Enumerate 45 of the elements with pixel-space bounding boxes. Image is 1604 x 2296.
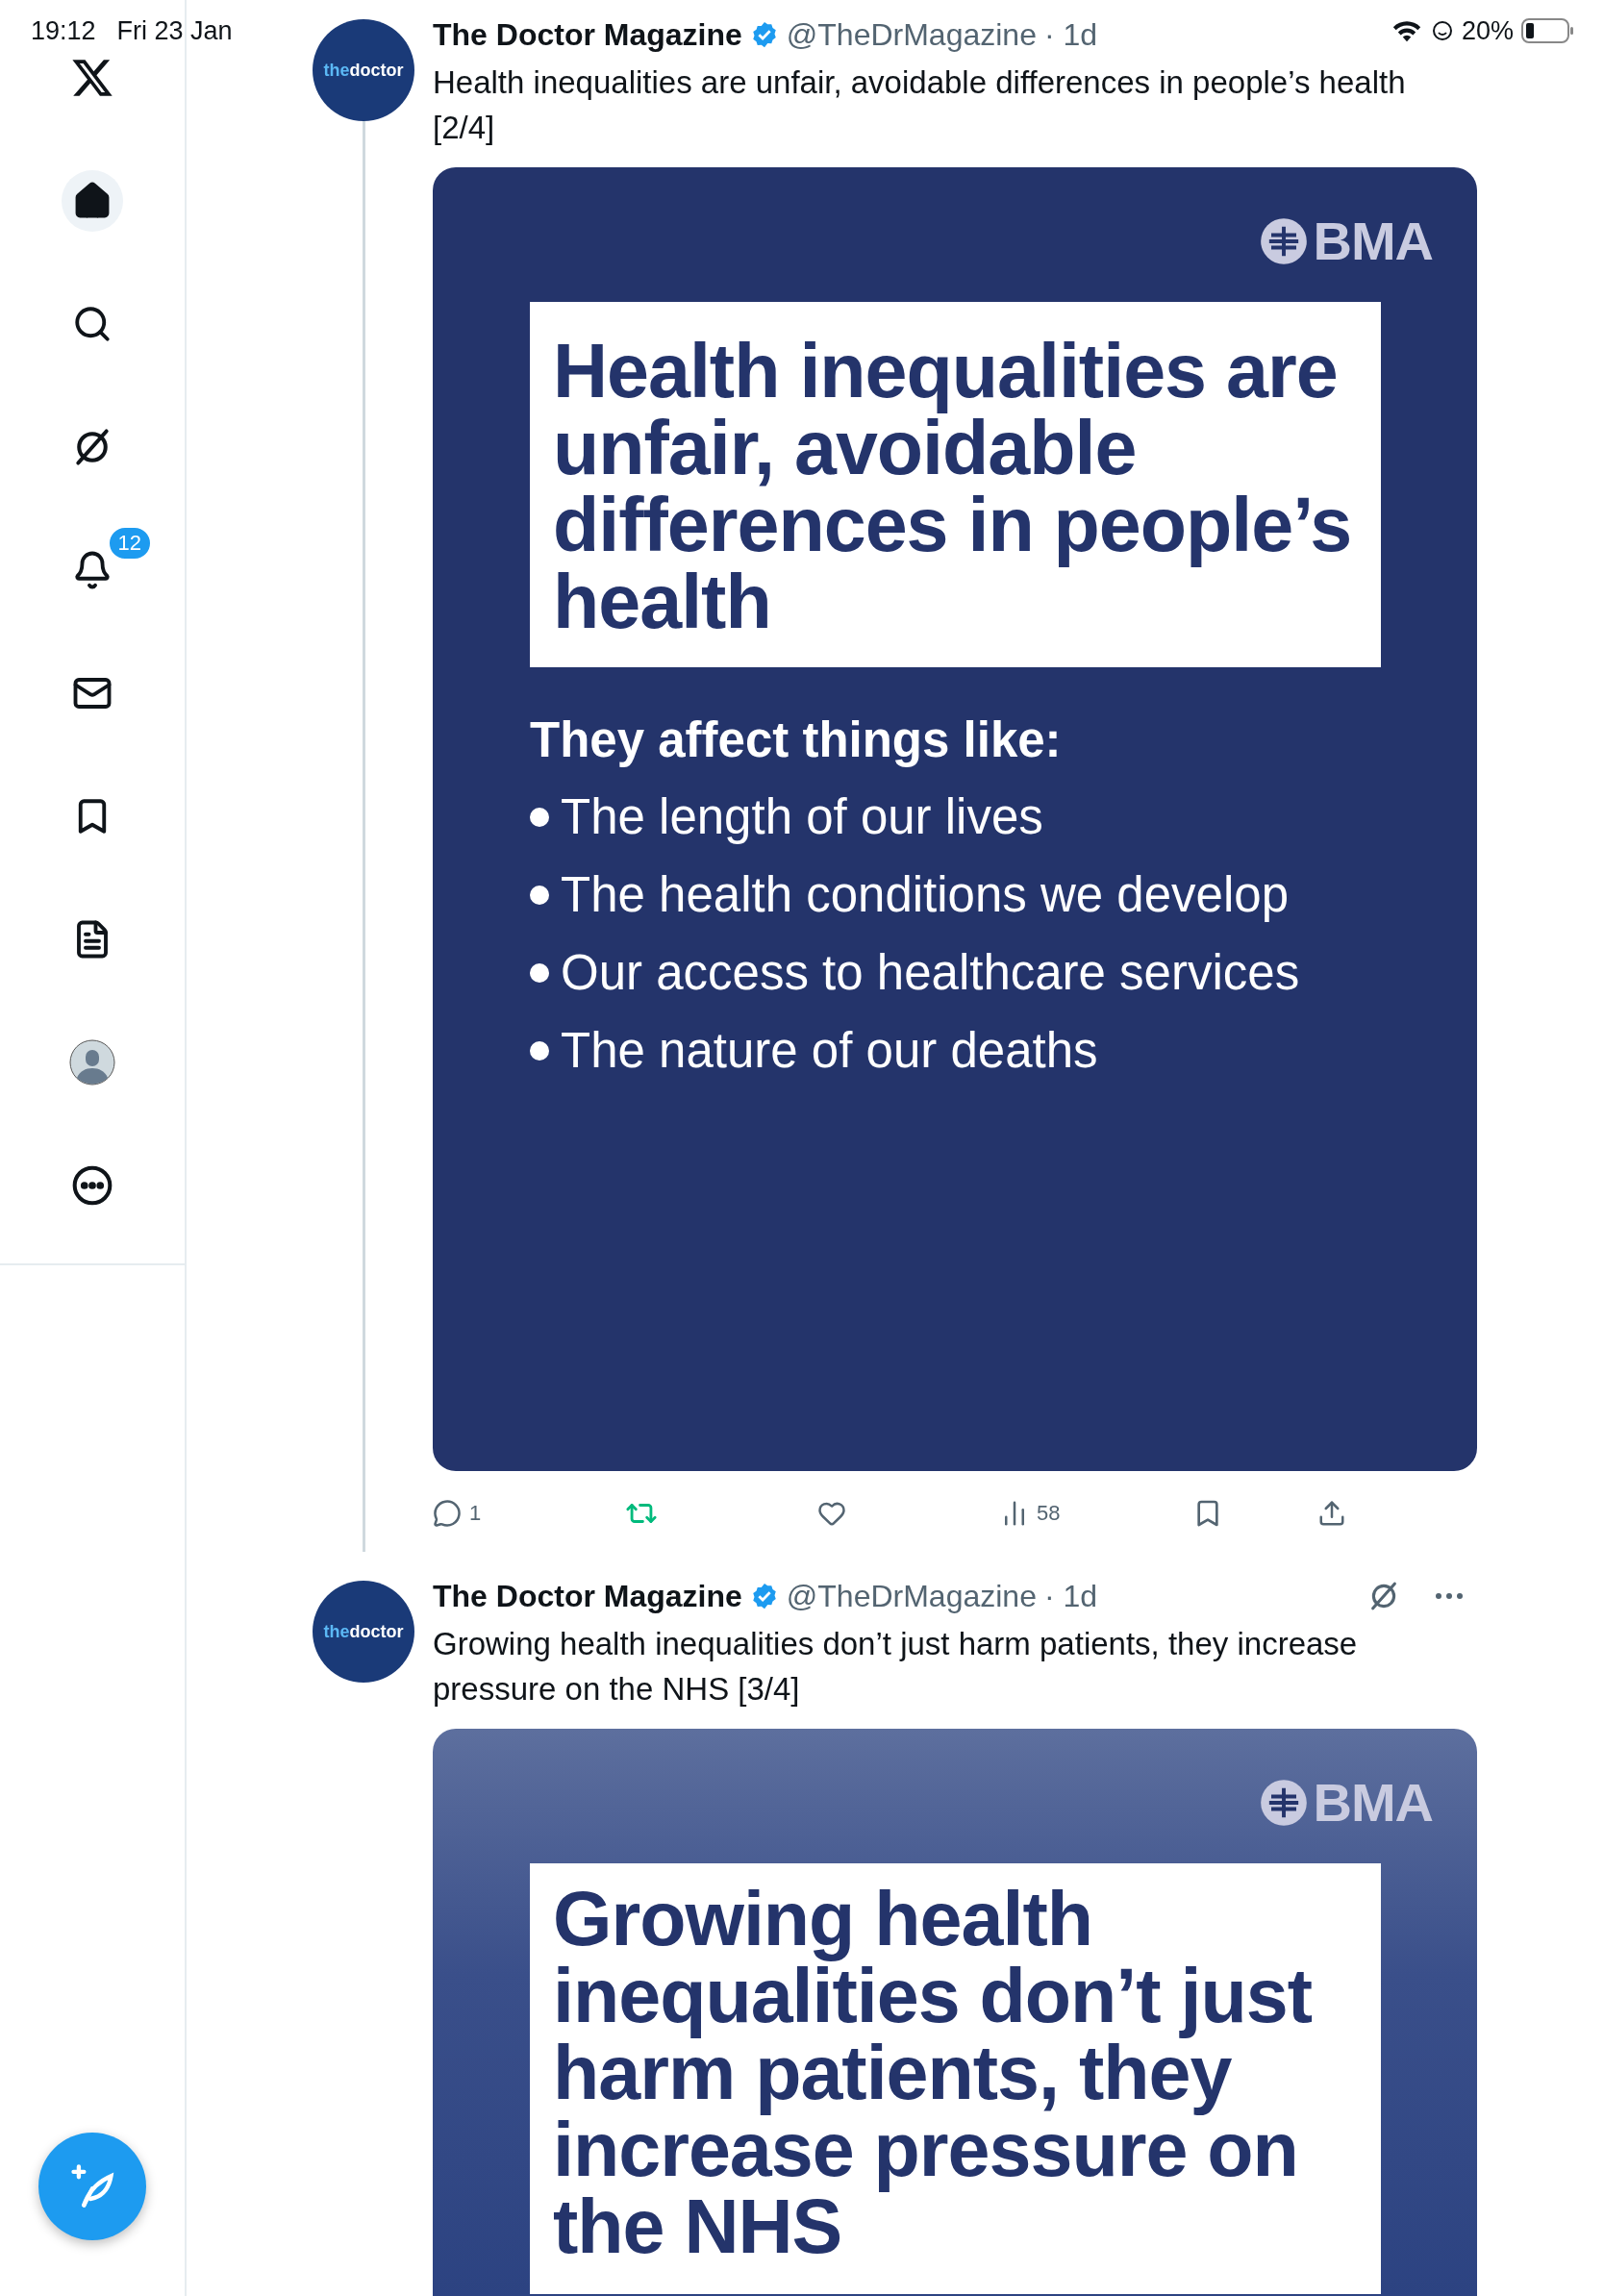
smiley-icon — [1430, 19, 1454, 42]
avatar-logo[interactable]: thedoctor — [313, 1581, 414, 1683]
bma-logo-icon — [1259, 1777, 1310, 1828]
post-time: · 1d — [1043, 16, 1098, 53]
post-graphic[interactable] — [433, 167, 1477, 1471]
more-options-icon[interactable] — [1435, 1592, 1464, 1600]
author-name[interactable]: The Doctor Magazine — [433, 16, 742, 53]
post-text: Growing health inequalities don’t just harm patients, they increase pressure on the NHS [3/4] — [433, 1625, 1359, 1709]
compose-button[interactable] — [38, 2133, 146, 2240]
more-options-icon — [71, 1164, 113, 1207]
bma-logo-icon — [1259, 215, 1310, 266]
image-headline: Health inequalities are unfair, avoidable differences in people’s health — [553, 333, 1353, 640]
bullet-text: The health conditions we develop — [561, 866, 1289, 923]
battery-icon — [1521, 18, 1575, 43]
avatar-logo-text: thedoctor — [323, 60, 404, 81]
share-icon — [1317, 1499, 1346, 1528]
notification-count: 12 — [107, 526, 152, 561]
brand-name: BMA — [1313, 210, 1433, 272]
post-text: Health inequalities are unfair, avoidable differences in people’s health [2/4] — [433, 63, 1407, 147]
bullet-text: The length of our lives — [561, 788, 1043, 845]
bullet-dot — [530, 885, 549, 905]
battery-percent: 20% — [1461, 15, 1514, 46]
avatar-logo-text: thedoctor — [323, 1621, 404, 1642]
avatar-logo[interactable]: thedoctor — [313, 19, 414, 121]
author-handle[interactable]: @TheDrMagazine — [786, 16, 1037, 53]
status-date: Fri 23 Jan — [116, 15, 233, 46]
reply-button[interactable]: 1 — [433, 1499, 625, 1528]
speech-bubble-icon — [433, 1499, 462, 1528]
profile-avatar-icon — [69, 1039, 115, 1086]
image-subheading: They affect things like: — [530, 711, 1063, 768]
author-name[interactable]: The Doctor Magazine — [433, 1578, 742, 1614]
post-time: · 1d — [1043, 1578, 1098, 1614]
bullet-dot — [530, 1040, 549, 1061]
status-time: 19:12 — [31, 15, 96, 46]
search-icon — [72, 304, 113, 344]
bell-icon — [72, 550, 113, 590]
author-handle[interactable]: @TheDrMagazine — [786, 1578, 1037, 1614]
bullet-dot — [530, 807, 549, 827]
bullet-text: Our access to healthcare services — [561, 944, 1300, 1001]
brand-name: BMA — [1313, 1771, 1433, 1834]
post-image[interactable]: BMA Growing health inequalities don’t just harm patients, they increase pressure on the NHS — [433, 1729, 1477, 2296]
bullet-text: The nature of our deaths — [561, 1022, 1098, 1079]
views-button[interactable]: 58 — [1000, 1499, 1192, 1528]
image-headline: Growing health inequalities don’t just harm patients, they increase pressure on the NHS — [553, 1881, 1313, 2265]
bullet-dot — [530, 962, 549, 983]
